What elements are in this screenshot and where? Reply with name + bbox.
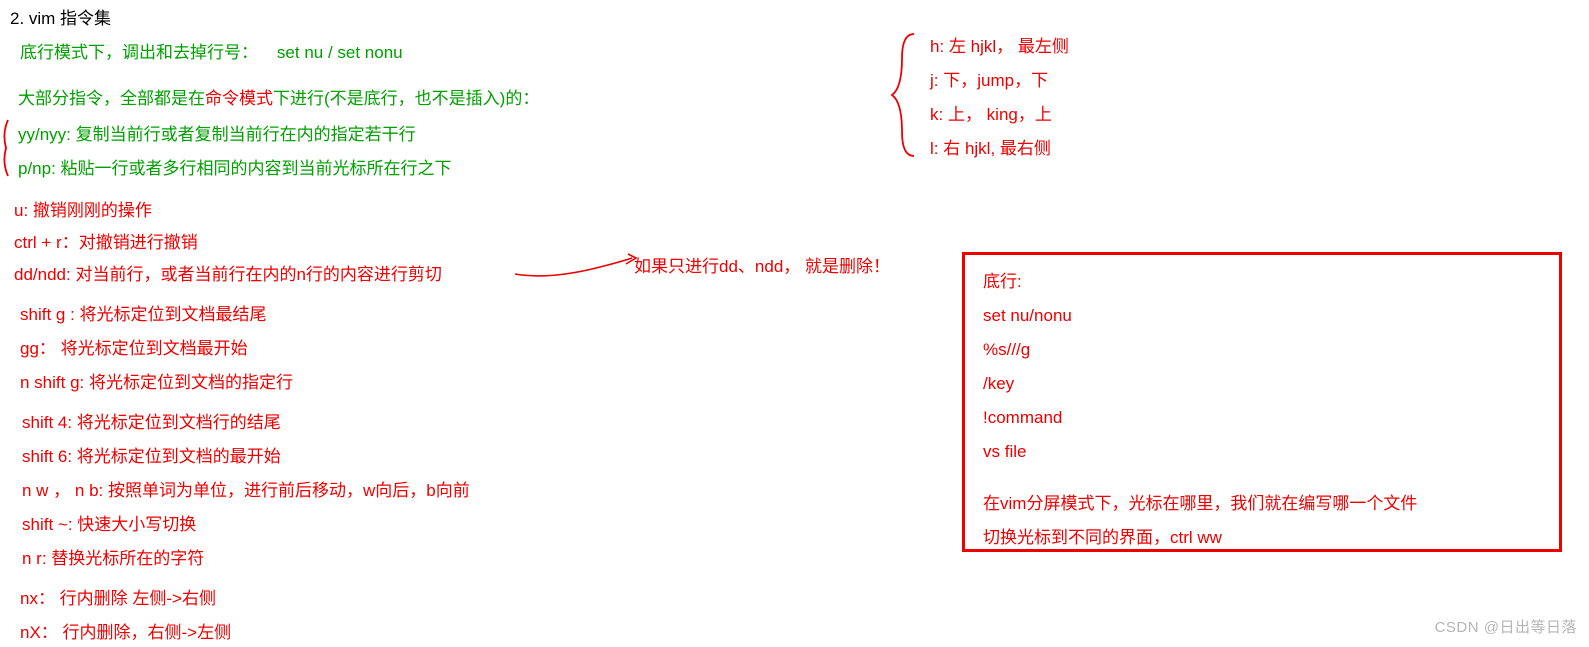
line-mode: 大部分指令，全部都是在命令模式下进行(不是底行，也不是插入)的： (18, 84, 539, 109)
box-line: 在vim分屏模式下，光标在哪里，我们就在编写哪一个文件 (983, 487, 1541, 521)
note-box: 底行: set nu/nonu %s///g /key !command vs … (962, 252, 1562, 552)
line-nx: nx： 行内删除 左侧->右侧 (20, 584, 216, 609)
text-span: set nu / set nonu (277, 43, 403, 62)
arrow-icon (510, 252, 640, 282)
box-line: %s///g (983, 333, 1541, 367)
line-nX: nX： 行内删除，右侧->左侧 (20, 618, 231, 643)
line-u: u: 撤销刚刚的操作 (14, 196, 152, 221)
box-line: 切换光标到不同的界面，ctrl ww (983, 521, 1541, 555)
line-setnu: 底行模式下，调出和去掉行号： set nu / set nonu (20, 38, 403, 63)
line-shift4: shift 4: 将光标定位到文档行的结尾 (22, 408, 281, 433)
line-shiftg: shift g : 将光标定位到文档最结尾 (20, 300, 267, 325)
line-ctrlr: ctrl + r：对撤销进行撤销 (14, 228, 198, 253)
text-span: 命令模式 (205, 89, 273, 108)
text-span: 底行模式下，调出和去掉行号： (20, 43, 258, 62)
line-nwnb: n w ， n b: 按照单词为单位，进行前后移动，w向后，b向前 (22, 476, 470, 501)
box-line: vs file (983, 435, 1541, 469)
box-line: /key (983, 367, 1541, 401)
box-line: 底行: (983, 265, 1541, 299)
edge-mark-icon (0, 118, 10, 178)
box-line: !command (983, 401, 1541, 435)
text-span: 下进行(不是底行，也不是插入)的： (273, 89, 539, 108)
line-nshiftg: n shift g: 将光标定位到文档的指定行 (20, 368, 293, 393)
line-l: l: 右 hjkl, 最右侧 (930, 134, 1051, 159)
text-span: 大部分指令，全部都是在 (18, 89, 205, 108)
line-k: k: 上， king，上 (930, 100, 1052, 125)
line-dd: dd/ndd: 对当前行，或者当前行在内的n行的内容进行剪切 (14, 260, 442, 285)
line-yy: yy/nyy: 复制当前行或者复制当前行在内的指定若干行 (18, 120, 416, 145)
line-h: h: 左 hjkl， 最左侧 (930, 32, 1069, 57)
line-shifttilde: shift ~: 快速大小写切换 (22, 510, 196, 535)
section-heading: 2. vim 指令集 (10, 4, 111, 29)
line-gg: gg： 将光标定位到文档最开始 (20, 334, 248, 359)
line-p: p/np: 粘贴一行或者多行相同的内容到当前光标所在行之下 (18, 154, 452, 179)
box-line: set nu/nonu (983, 299, 1541, 333)
line-dd-note: 如果只进行dd、ndd， 就是删除！ (634, 252, 890, 277)
line-shift6: shift 6: 将光标定位到文档的最开始 (22, 442, 281, 467)
brace-icon (890, 30, 920, 160)
watermark: CSDN @日出等日落 (1435, 616, 1577, 637)
line-nr: n r: 替换光标所在的字符 (22, 544, 204, 569)
line-j: j: 下，jump，下 (930, 66, 1048, 91)
